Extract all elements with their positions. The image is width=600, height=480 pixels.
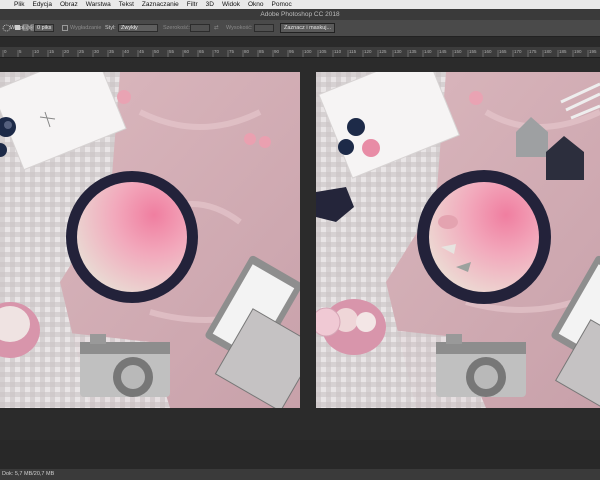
ruler-tick-label: 195 xyxy=(589,49,597,54)
ruler-tick-label: 80 xyxy=(244,49,250,54)
ruler-tick-label: 140 xyxy=(424,49,432,54)
ruler-tick-label: 190 xyxy=(574,49,582,54)
ruler-tick-label: 0 xyxy=(4,49,7,54)
ruler-tick-label: 110 xyxy=(334,49,342,54)
height-input[interactable] xyxy=(254,24,274,32)
height-label: Wysokość: xyxy=(226,25,253,31)
ruler-tick-label: 40 xyxy=(124,49,130,54)
style-label: Styl: xyxy=(105,25,116,31)
ruler-tick-label: 90 xyxy=(274,49,280,54)
ruler-tick-label: 115 xyxy=(349,49,357,54)
antialias-label: Wygładzanie xyxy=(70,25,102,31)
menu-item-widok[interactable]: Widok xyxy=(222,0,240,9)
ruler-tick-label: 55 xyxy=(169,49,175,54)
ruler-tick-label: 20 xyxy=(64,49,70,54)
ruler-tick-label: 5 xyxy=(19,49,22,54)
ruler-tick-label: 185 xyxy=(559,49,567,54)
feather-input[interactable]: 0 piks xyxy=(34,24,54,32)
width-label: Szerokość: xyxy=(163,25,191,31)
horizontal-ruler: 0 5 10 15 20 25 30 35 40 45 50 55 60 65 70 75 80 85 90 95 10… xyxy=(0,47,600,58)
document-after[interactable] xyxy=(316,72,600,408)
ruler-ticks: 0 5 10 15 20 25 30 35 40 45 50 55 60 65 70 75 80 85 90 95 10… xyxy=(2,49,597,57)
ruler-tick-label: 85 xyxy=(259,49,265,54)
ruler-tick-label: 50 xyxy=(154,49,160,54)
ruler-tick-label: 25 xyxy=(79,49,85,54)
menu-item-3d[interactable]: 3D xyxy=(206,0,214,9)
ruler-tick-label: 65 xyxy=(199,49,205,54)
menu-item-pomoc[interactable]: Pomoc xyxy=(272,0,292,9)
document-before[interactable] xyxy=(0,72,300,408)
antialias-checkbox[interactable] xyxy=(62,25,68,31)
feather-label: Wtapianie: xyxy=(10,25,36,31)
document-divider xyxy=(300,72,316,408)
ruler-tick-label: 30 xyxy=(94,49,100,54)
before-photo xyxy=(0,72,300,408)
after-photo xyxy=(316,72,600,408)
ruler-tick-label: 130 xyxy=(394,49,402,54)
ruler-tick-label: 145 xyxy=(439,49,447,54)
ruler-tick-label: 155 xyxy=(469,49,477,54)
ruler-tick-label: 35 xyxy=(109,49,115,54)
ruler-tick-label: 120 xyxy=(364,49,372,54)
ruler-tick-label: 10 xyxy=(34,49,40,54)
menu-item-warstwa[interactable]: Warstwa xyxy=(86,0,111,9)
ruler-tick-label: 100 xyxy=(304,49,312,54)
window-title: Adobe Photoshop CC 2018 xyxy=(0,9,600,20)
ruler-tick-label: 175 xyxy=(529,49,537,54)
menu-item-okno[interactable]: Okno xyxy=(248,0,264,9)
ruler-tick-label: 170 xyxy=(514,49,522,54)
menu-item-plik[interactable]: Plik xyxy=(14,0,24,9)
ruler-tick-label: 180 xyxy=(544,49,552,54)
ruler-tick-label: 60 xyxy=(184,49,190,54)
width-input[interactable] xyxy=(190,24,210,32)
ruler-tick-label: 45 xyxy=(139,49,145,54)
ruler-tick-label: 105 xyxy=(319,49,327,54)
camera-illustration xyxy=(80,334,170,397)
style-select[interactable]: Zwykły xyxy=(118,24,158,32)
ruler-tick-label: 75 xyxy=(229,49,235,54)
ruler-tick-label: 160 xyxy=(484,49,492,54)
swap-icon[interactable]: ⇄ xyxy=(214,24,219,32)
menu-item-edycja[interactable]: Edycja xyxy=(32,0,52,9)
select-and-mask-button[interactable]: Zaznacz i maskuj... xyxy=(280,23,336,33)
menu-item-obraz[interactable]: Obraz xyxy=(60,0,78,9)
ruler-tick-label: 70 xyxy=(214,49,220,54)
menu-bar: Plik Edycja Obraz Warstwa Tekst Zaznacza… xyxy=(0,0,600,9)
menu-item-tekst[interactable]: Tekst xyxy=(119,0,134,9)
ruler-tick-label: 150 xyxy=(454,49,462,54)
status-bar: Dok: 5,7 MB/20,7 MB xyxy=(0,469,600,480)
menu-item-zaznaczanie[interactable]: Zaznaczanie xyxy=(142,0,179,9)
ruler-tick-label: 95 xyxy=(289,49,295,54)
ruler-tick-label: 135 xyxy=(409,49,417,54)
ruler-tick-label: 165 xyxy=(499,49,507,54)
document-size-status: Dok: 5,7 MB/20,7 MB xyxy=(2,471,55,477)
ruler-tick-label: 15 xyxy=(49,49,55,54)
menu-item-filtr[interactable]: Filtr xyxy=(187,0,198,9)
document-tab-row xyxy=(0,37,600,47)
ruler-tick-label: 125 xyxy=(379,49,387,54)
options-bar: Wtapianie: 0 piks Wygładzanie Styl: Zwyk… xyxy=(0,20,600,37)
